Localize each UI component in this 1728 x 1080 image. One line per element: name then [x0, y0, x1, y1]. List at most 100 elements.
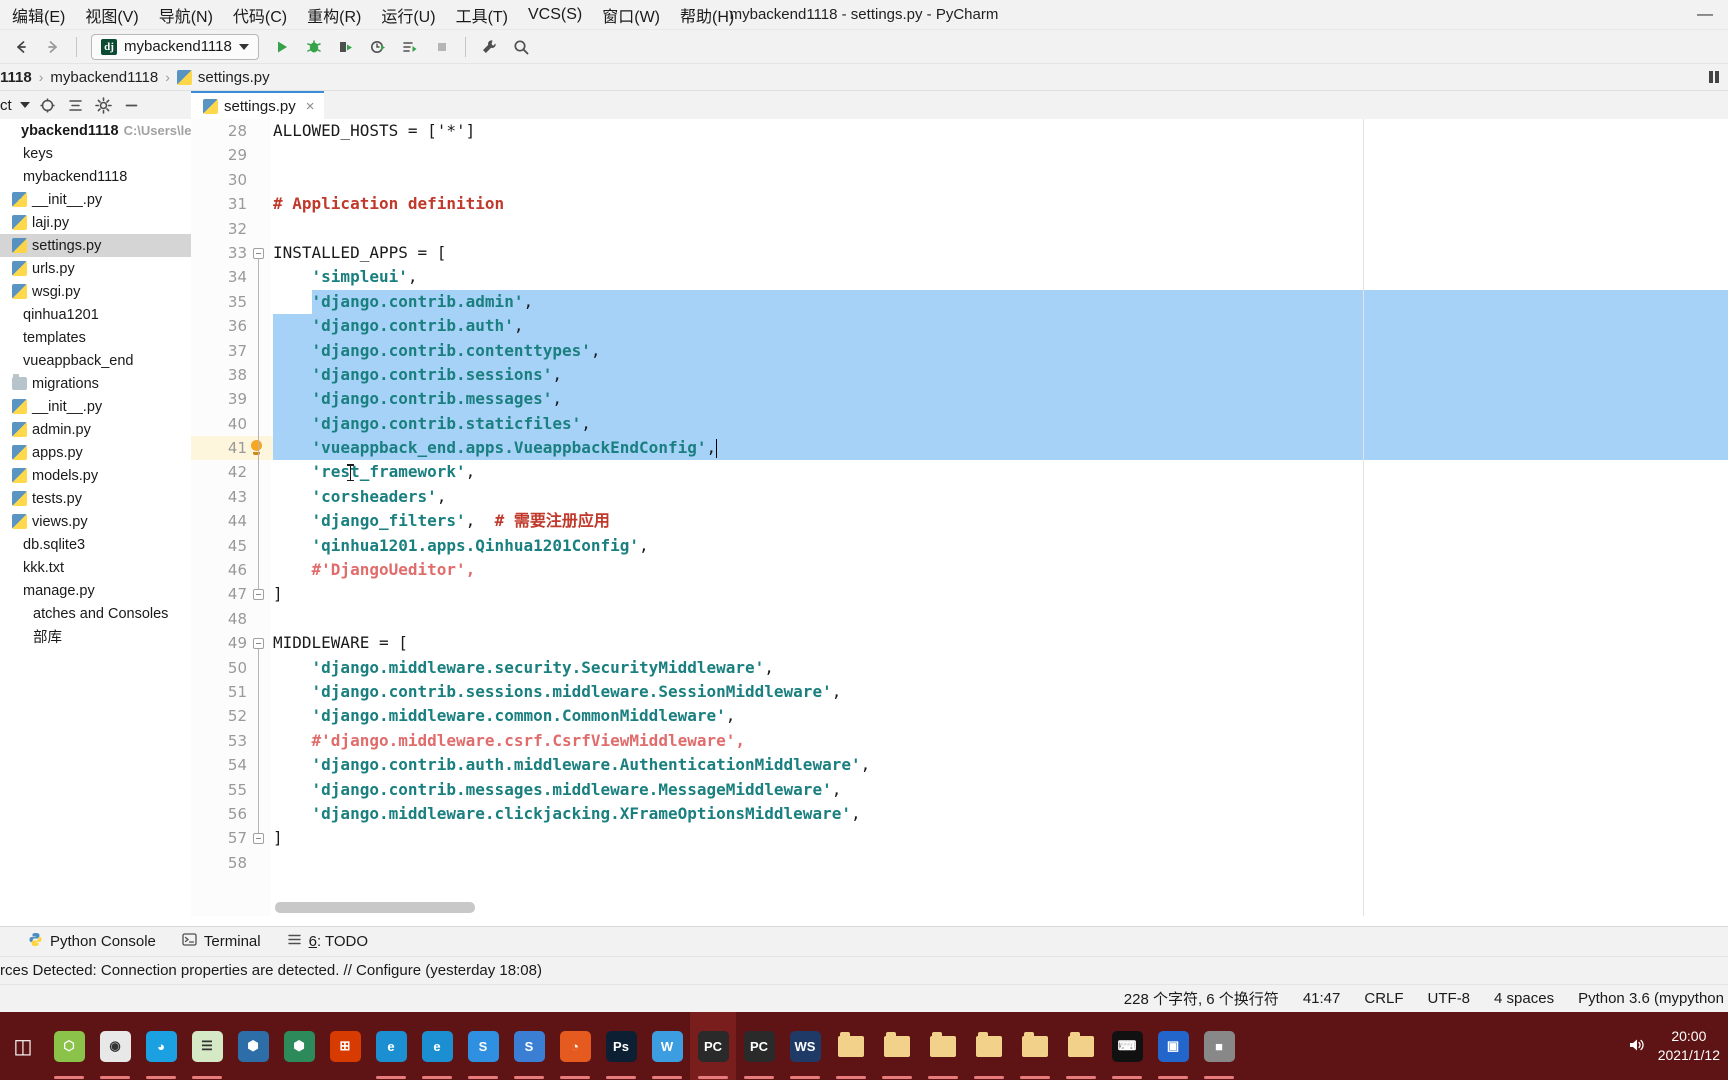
gear-icon[interactable]	[94, 95, 114, 115]
taskbar-icon-wps[interactable]: W	[644, 1012, 690, 1080]
taskbar-icon-folder-1[interactable]	[828, 1012, 874, 1080]
run-with-coverage-icon[interactable]	[331, 34, 361, 60]
forward-button[interactable]	[38, 34, 68, 60]
status-interpreter[interactable]: Python 3.6 (mypython	[1578, 990, 1724, 1007]
code-line[interactable]: 50 'django.middleware.security.SecurityM…	[191, 656, 1728, 680]
code-line[interactable]: 51 'django.contrib.sessions.middleware.S…	[191, 680, 1728, 704]
run-tests-icon[interactable]	[395, 34, 425, 60]
tree-item-vueappback_end[interactable]: vueappback_end	[0, 349, 191, 372]
code-line[interactable]: 33 INSTALLED_APPS = [	[191, 241, 1728, 265]
intention-bulb-icon[interactable]	[249, 440, 264, 456]
tree-item-laji-py[interactable]: laji.py	[0, 211, 191, 234]
task-view-icon[interactable]: ◫	[0, 1012, 46, 1080]
project-panel-title[interactable]: ct	[0, 97, 12, 114]
chevron-down-icon[interactable]	[19, 102, 30, 108]
taskbar-icon-vscode[interactable]: ⬢	[230, 1012, 276, 1080]
taskbar-icon-firefox[interactable]: ◔	[552, 1012, 598, 1080]
tree-item-templates[interactable]: templates	[0, 326, 191, 349]
notification-bar[interactable]: rces Detected: Connection properties are…	[0, 956, 1728, 984]
code-line[interactable]: 29	[191, 143, 1728, 167]
clock[interactable]: 20:00 2021/1/12	[1658, 1027, 1720, 1065]
code-line[interactable]: 52 'django.middleware.common.CommonMiddl…	[191, 704, 1728, 728]
collapse-all-icon[interactable]	[66, 95, 86, 115]
code-line[interactable]: 30	[191, 168, 1728, 192]
code-lines[interactable]: 28 ALLOWED_HOSTS = ['*'] 29 30 31 # Applicati…	[191, 119, 1728, 916]
tree-item-db-sqlite3[interactable]: db.sqlite3	[0, 533, 191, 556]
taskbar-icon-cmd[interactable]: ⌨	[1104, 1012, 1150, 1080]
taskbar-icon-pycharm-active[interactable]: PC	[690, 1012, 736, 1080]
tool-window-terminal[interactable]: Terminal	[182, 932, 261, 951]
tree-item-__init__-py[interactable]: __init__.py	[0, 395, 191, 418]
tree-item-apps-py[interactable]: apps.py	[0, 441, 191, 464]
fold-end-icon[interactable]	[253, 833, 264, 845]
taskbar-icon-office[interactable]: ⊞	[322, 1012, 368, 1080]
taskbar-icon-chrome[interactable]: ◉	[92, 1012, 138, 1080]
status-encoding[interactable]: UTF-8	[1428, 990, 1471, 1007]
horizontal-scrollbar[interactable]	[275, 902, 475, 913]
taskbar-icon-tool-a[interactable]: ▣	[1150, 1012, 1196, 1080]
tree-item-atches-and-consoles[interactable]: atches and Consoles	[0, 602, 191, 625]
tree-item-urls-py[interactable]: urls.py	[0, 257, 191, 280]
close-icon[interactable]: ×	[306, 98, 315, 115]
status-caret-position[interactable]: 41:47	[1303, 990, 1341, 1007]
code-line[interactable]: 45 'qinhua1201.apps.Qinhua1201Config',	[191, 534, 1728, 558]
stop-button[interactable]	[427, 34, 457, 60]
run-button[interactable]	[267, 34, 297, 60]
breadcrumb-project[interactable]: 1118	[0, 69, 32, 86]
menu-vcs[interactable]: VCS(S)	[518, 3, 592, 27]
code-line[interactable]: 54 'django.contrib.auth.middleware.Authe…	[191, 753, 1728, 777]
tree-item-manage-py[interactable]: manage.py	[0, 579, 191, 602]
taskbar-icon-folder-2[interactable]	[874, 1012, 920, 1080]
tree-item-qinhua1201[interactable]: qinhua1201	[0, 303, 191, 326]
code-line[interactable]: 31 # Application definition	[191, 192, 1728, 216]
tree-item-models-py[interactable]: models.py	[0, 464, 191, 487]
code-line[interactable]: 58	[191, 851, 1728, 875]
code-editor[interactable]: 28 ALLOWED_HOSTS = ['*'] 29 30 31 # Applicati…	[191, 119, 1728, 916]
tree-item-kkk-txt[interactable]: kkk.txt	[0, 556, 191, 579]
search-icon[interactable]	[506, 34, 536, 60]
taskbar-icon-edge-legacy[interactable]: e	[368, 1012, 414, 1080]
minimize-button[interactable]: —	[1690, 3, 1720, 27]
code-line[interactable]: 40 'django.contrib.staticfiles',	[191, 411, 1728, 437]
code-line[interactable]: 37 'django.contrib.contenttypes',	[191, 338, 1728, 363]
code-line[interactable]: 57]	[191, 826, 1728, 850]
code-line[interactable]: 47]	[191, 582, 1728, 606]
code-line[interactable]: 55 'django.contrib.messages.middleware.M…	[191, 778, 1728, 802]
tab-settings-py[interactable]: settings.py ×	[191, 91, 325, 119]
tree-item--[interactable]: 部库	[0, 625, 191, 648]
tree-item-ybackend1118[interactable]: ybackend1118 C:\Users\lenovo	[0, 119, 191, 142]
menu-refactor[interactable]: 重构(R)	[297, 0, 371, 30]
tree-item-__init__-py[interactable]: __init__.py	[0, 188, 191, 211]
tree-item-wsgi-py[interactable]: wsgi.py	[0, 280, 191, 303]
tree-item-migrations[interactable]: migrations	[0, 372, 191, 395]
status-indent[interactable]: 4 spaces	[1494, 990, 1554, 1007]
menu-window[interactable]: 窗口(W)	[592, 0, 670, 30]
code-line[interactable]: 28 ALLOWED_HOSTS = ['*']	[191, 119, 1728, 143]
menu-code[interactable]: 代码(C)	[223, 0, 297, 30]
menu-run[interactable]: 运行(U)	[371, 0, 445, 30]
volume-icon[interactable]	[1626, 1035, 1646, 1058]
tree-item-admin-py[interactable]: admin.py	[0, 418, 191, 441]
tree-item-settings-py[interactable]: settings.py	[0, 234, 191, 257]
fold-toggle-icon[interactable]	[253, 638, 264, 650]
code-line[interactable]: 39 'django.contrib.messages',	[191, 387, 1728, 412]
breadcrumb-file[interactable]: settings.py	[198, 69, 270, 86]
code-line[interactable]: 49 MIDDLEWARE = [	[191, 631, 1728, 655]
taskbar-icon-folder-4[interactable]	[966, 1012, 1012, 1080]
taskbar-icon-folder-3[interactable]	[920, 1012, 966, 1080]
back-button[interactable]	[6, 34, 36, 60]
taskbar-icon-vscode-insiders[interactable]: ⬢	[276, 1012, 322, 1080]
status-line-separator[interactable]: CRLF	[1364, 990, 1403, 1007]
code-line[interactable]: 35 'django.contrib.admin',	[191, 289, 1728, 315]
code-line[interactable]: 53 #'django.middleware.csrf.CsrfViewMidd…	[191, 729, 1728, 753]
debug-icon[interactable]	[299, 34, 329, 60]
tree-item-tests-py[interactable]: tests.py	[0, 487, 191, 510]
menu-help[interactable]: 帮助(H)	[670, 0, 744, 30]
taskbar-icon-folder-6[interactable]	[1058, 1012, 1104, 1080]
code-line[interactable]: 36 'django.contrib.auth',	[191, 314, 1728, 339]
taskbar-icon-sougou[interactable]: S	[460, 1012, 506, 1080]
breadcrumb-package[interactable]: mybackend1118	[50, 69, 158, 86]
pause-icon[interactable]	[1706, 69, 1722, 85]
code-line[interactable]: 32	[191, 217, 1728, 241]
locate-icon[interactable]	[38, 95, 58, 115]
